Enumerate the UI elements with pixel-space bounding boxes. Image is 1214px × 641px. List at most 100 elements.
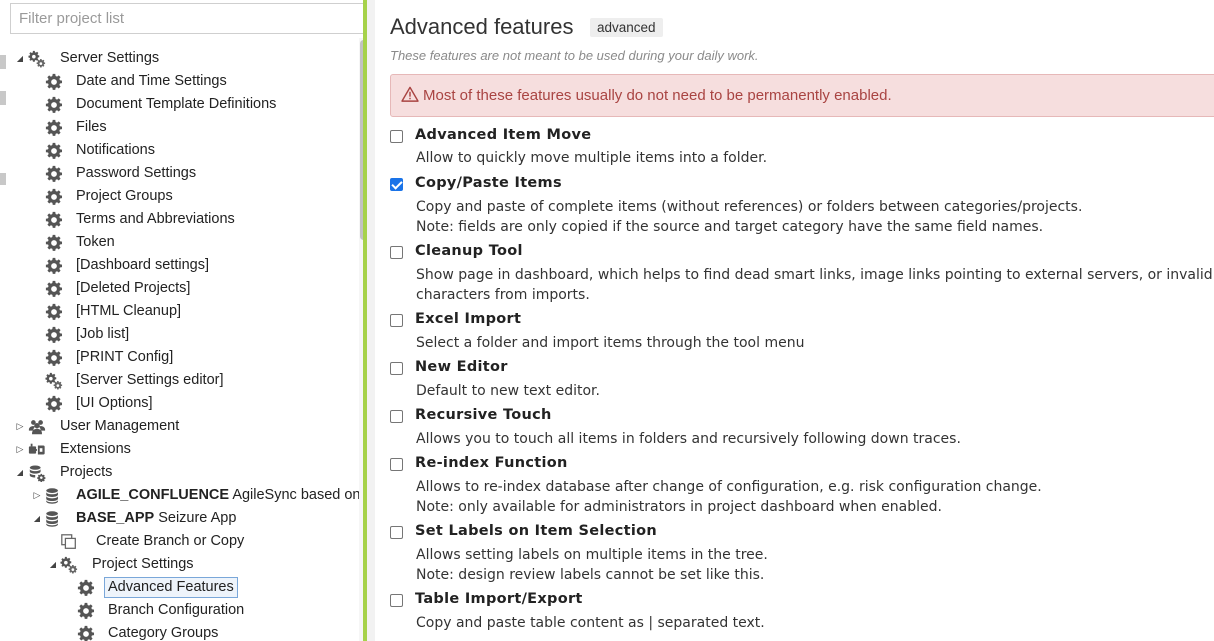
feature-description: Default to new text editor. xyxy=(416,383,600,399)
feature-title: Advanced Item Move xyxy=(415,127,592,143)
gears-icon xyxy=(45,372,63,390)
tree-node-token[interactable]: Token xyxy=(0,231,360,254)
tree-node-advanced-features[interactable]: Advanced Features xyxy=(0,576,360,599)
tree-node-label-selected: Advanced Features xyxy=(104,577,238,598)
expanded-arrow-icon[interactable]: ◢ xyxy=(48,553,58,576)
project-key: AGILE_CONFLUENCE xyxy=(76,487,230,503)
gear-icon xyxy=(45,96,63,114)
expanded-arrow-icon[interactable]: ◢ xyxy=(32,507,42,530)
tree-node-label: Create Branch or Copy xyxy=(96,533,245,549)
tree-node-deleted-projects[interactable]: [Deleted Projects] xyxy=(0,277,360,300)
tree-node-project-base-app[interactable]: ◢ BASE_APP Seizure App xyxy=(0,507,360,530)
tree-node-label: [Deleted Projects] xyxy=(76,280,191,296)
advanced-badge: advanced xyxy=(590,18,663,37)
users-icon xyxy=(28,418,46,436)
tree-node-project-agile-confluence[interactable]: ▷ AGILE_CONFLUENCE AgileSync based on a xyxy=(0,484,360,507)
feature-title: Set Labels on Item Selection xyxy=(415,523,658,539)
page-subtitle: These features are not meant to be used … xyxy=(390,48,759,63)
tree-node-date-time-settings[interactable]: Date and Time Settings xyxy=(0,70,360,93)
feature-checkbox[interactable] xyxy=(390,246,403,259)
feature-checkbox[interactable] xyxy=(390,130,403,143)
gear-icon xyxy=(45,349,63,367)
tree-node-label: Terms and Abbreviations xyxy=(76,211,235,227)
tree-node-label: Files xyxy=(76,119,107,135)
pane-divider xyxy=(367,0,375,641)
tree-node-label: Date and Time Settings xyxy=(76,73,227,89)
gear-icon xyxy=(45,257,63,275)
tree-node-label: Extensions xyxy=(60,441,131,457)
tree-node-dashboard-settings[interactable]: [Dashboard settings] xyxy=(0,254,360,277)
collapsed-arrow-icon[interactable]: ▷ xyxy=(32,484,42,507)
feature-title: New Editor xyxy=(415,359,508,375)
gear-icon xyxy=(45,142,63,160)
tree-node-project-settings[interactable]: ◢ Project Settings xyxy=(0,553,360,576)
tree-node-server-settings[interactable]: ◢ Server Settings xyxy=(0,47,360,70)
tree-node-notifications[interactable]: Notifications xyxy=(0,139,360,162)
tree-node-projects[interactable]: ◢ Projects xyxy=(0,461,360,484)
feature-checkbox[interactable] xyxy=(390,458,403,471)
tree-node-project-groups[interactable]: Project Groups xyxy=(0,185,360,208)
tree-node-label: Server Settings xyxy=(60,50,160,66)
tree-node-label: AGILE_CONFLUENCE AgileSync based on a xyxy=(76,484,360,507)
project-name: AgileSync based on a xyxy=(232,487,360,503)
feature-description-continued: characters from imports. xyxy=(416,287,590,303)
feature-checkbox[interactable] xyxy=(390,594,403,607)
tree-node-label: [Job list] xyxy=(76,326,130,342)
feature-title: Recursive Touch xyxy=(415,407,552,423)
project-key: BASE_APP xyxy=(76,510,155,526)
tree-node-ui-options[interactable]: [UI Options] xyxy=(0,392,360,415)
warning-alert: Most of these features usually do not ne… xyxy=(390,74,1214,117)
tree-node-user-management[interactable]: ▷ User Management xyxy=(0,415,360,438)
feature-checkbox[interactable] xyxy=(390,314,403,327)
expanded-arrow-icon[interactable]: ◢ xyxy=(15,47,25,70)
tree-node-label: [Dashboard settings] xyxy=(76,257,209,273)
feature-description: Copy and paste of complete items (withou… xyxy=(416,199,1083,215)
tree-node-label: [HTML Cleanup] xyxy=(76,303,182,319)
gear-icon xyxy=(45,326,63,344)
gear-icon xyxy=(45,303,63,321)
gear-icon xyxy=(45,188,63,206)
feature-description: Copy and paste table content as | separa… xyxy=(416,615,765,631)
tree-node-document-template-definitions[interactable]: Document Template Definitions xyxy=(0,93,360,116)
tree-node-label: Document Template Definitions xyxy=(76,96,277,112)
tree-node-html-cleanup[interactable]: [HTML Cleanup] xyxy=(0,300,360,323)
tree-node-print-config[interactable]: [PRINT Config] xyxy=(0,346,360,369)
project-tree: ◢ Server Settings Date and Time Settings… xyxy=(0,47,360,641)
tree-node-label: [Server Settings editor] xyxy=(76,372,224,388)
alert-text: Most of these features usually do not ne… xyxy=(423,87,892,104)
feature-title: Excel Import xyxy=(415,311,522,327)
filter-project-list-input[interactable] xyxy=(10,3,367,34)
feature-checkbox[interactable] xyxy=(390,410,403,423)
expanded-arrow-icon[interactable]: ◢ xyxy=(15,461,25,484)
feature-checkbox-checked[interactable] xyxy=(390,178,403,191)
tree-node-password-settings[interactable]: Password Settings xyxy=(0,162,360,185)
tree-node-label: BASE_APP Seizure App xyxy=(76,507,236,530)
tree-node-files[interactable]: Files xyxy=(0,116,360,139)
tree-node-branch-configuration[interactable]: Branch Configuration xyxy=(0,599,360,622)
gear-icon xyxy=(77,625,95,641)
tree-node-extensions[interactable]: ▷ Extensions xyxy=(0,438,360,461)
tree-node-label: Notifications xyxy=(76,142,155,158)
feature-checkbox[interactable] xyxy=(390,362,403,375)
feature-checkbox[interactable] xyxy=(390,526,403,539)
tree-node-label: Password Settings xyxy=(76,165,197,181)
tree-node-terms-abbreviations[interactable]: Terms and Abbreviations xyxy=(0,208,360,231)
gear-icon xyxy=(77,602,95,620)
tree-node-label: [UI Options] xyxy=(76,395,153,411)
tree-node-label: Project Settings xyxy=(92,556,194,572)
tree-node-job-list[interactable]: [Job list] xyxy=(0,323,360,346)
feature-description: Allows setting labels on multiple items … xyxy=(416,547,768,563)
warning-triangle-icon xyxy=(401,86,419,102)
collapsed-arrow-icon[interactable]: ▷ xyxy=(15,415,25,438)
tree-node-server-settings-editor[interactable]: [Server Settings editor] xyxy=(0,369,360,392)
tree-node-create-branch-or-copy[interactable]: Create Branch or Copy xyxy=(0,530,360,553)
gear-icon xyxy=(45,211,63,229)
feature-title: Re-index Function xyxy=(415,455,568,471)
gear-icon xyxy=(77,579,95,597)
tree-node-category-groups[interactable]: Category Groups xyxy=(0,622,360,641)
collapsed-arrow-icon[interactable]: ▷ xyxy=(15,438,25,461)
tree-node-label: User Management xyxy=(60,418,180,434)
extension-plug-icon xyxy=(28,441,46,459)
tree-node-label: Category Groups xyxy=(108,625,219,641)
gears-icon xyxy=(60,556,78,574)
